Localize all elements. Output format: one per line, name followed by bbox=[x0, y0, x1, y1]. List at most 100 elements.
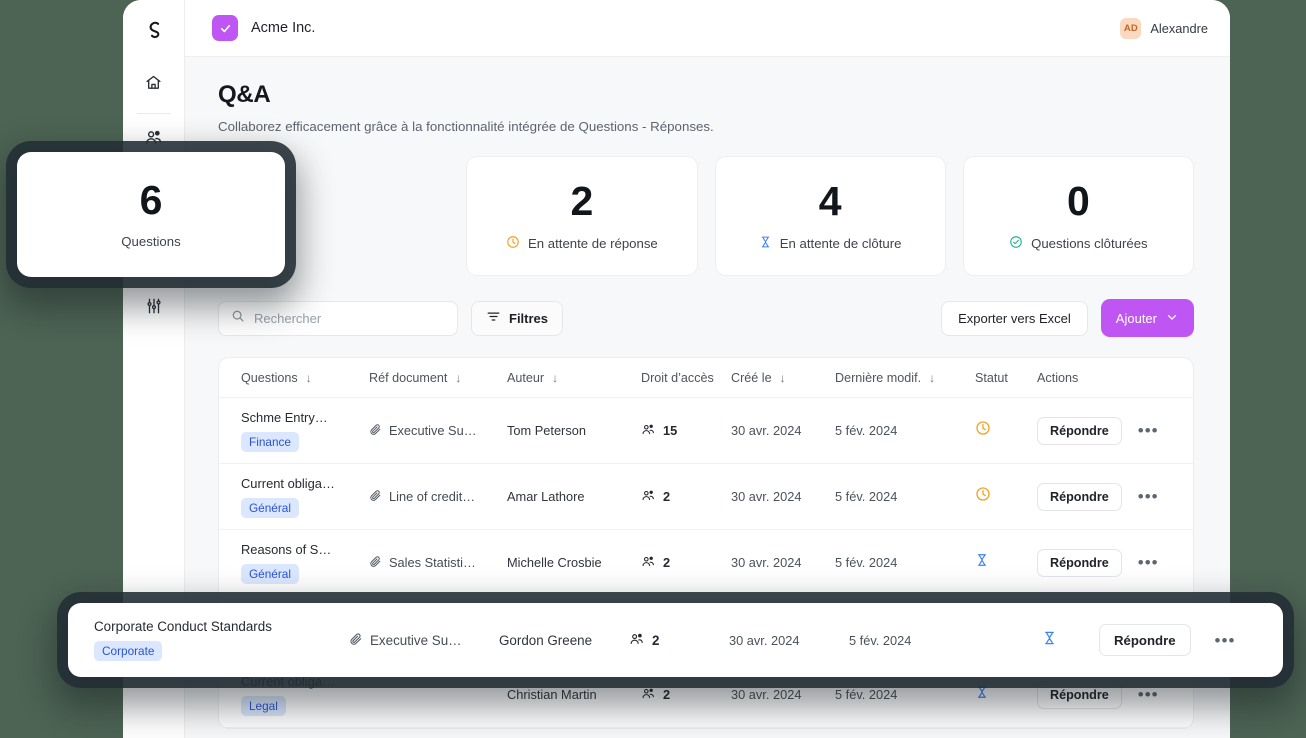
table-header-row: Questions ↓ Réf document ↓ Auteur ↓ Droi… bbox=[219, 358, 1193, 398]
cell-question: Reasons of S… Général bbox=[241, 542, 369, 584]
cell-ref-document[interactable]: Sales Statisti… bbox=[369, 555, 507, 571]
cell-ref-document[interactable]: Executive Su… bbox=[369, 423, 507, 439]
sidebar-item-home[interactable] bbox=[137, 68, 171, 102]
column-label: Droit d’accès bbox=[641, 370, 714, 385]
question-title: Current obliga… bbox=[241, 475, 335, 491]
screenshot-stage: Acme Inc. AD Alexandre Q&A Collaborez ef… bbox=[0, 0, 1306, 738]
cell-created: 30 avr. 2024 bbox=[731, 555, 802, 570]
answer-button[interactable]: Répondre bbox=[1037, 416, 1122, 445]
stat-label-text: En attente de clôture bbox=[779, 235, 902, 251]
more-options-icon[interactable]: ••• bbox=[1138, 554, 1159, 571]
more-options-icon[interactable]: ••• bbox=[1138, 488, 1159, 505]
column-header-status: Statut bbox=[975, 371, 1037, 385]
more-options-icon[interactable]: ••• bbox=[1138, 686, 1159, 703]
avatar: AD bbox=[1120, 17, 1142, 39]
sidebar-item-settings[interactable] bbox=[137, 291, 171, 325]
clock-icon bbox=[975, 421, 991, 440]
filters-label: Filtres bbox=[509, 310, 549, 326]
stat-card-awaiting-closure[interactable]: 4 En attente de clôture bbox=[714, 156, 946, 276]
cell-created: 30 avr. 2024 bbox=[729, 632, 800, 648]
answer-button[interactable]: Répondre bbox=[1037, 482, 1122, 511]
cell-author: Christian Martin bbox=[507, 687, 597, 702]
cell-question: Corporate Conduct Standards Corporate bbox=[94, 619, 349, 661]
column-header-questions[interactable]: Questions ↓ bbox=[241, 371, 369, 385]
search-input[interactable] bbox=[254, 310, 445, 326]
column-header-modified[interactable]: Dernière modif. ↓ bbox=[835, 371, 975, 385]
ref-label: Line of credit… bbox=[389, 489, 476, 504]
stat-value: 0 bbox=[1066, 177, 1090, 224]
question-title: Schme Entry… bbox=[241, 409, 328, 425]
answer-button[interactable]: Répondre bbox=[1037, 680, 1122, 709]
add-button[interactable]: Ajouter bbox=[1100, 299, 1194, 337]
question-tag: Finance bbox=[241, 431, 299, 452]
hourglass-icon bbox=[975, 686, 989, 704]
chevron-down-icon bbox=[1165, 310, 1179, 327]
ref-label: Executive Su… bbox=[370, 632, 462, 648]
stat-card-closed[interactable]: 0 Questions clôturées bbox=[962, 156, 1194, 276]
users-group-icon bbox=[629, 632, 645, 649]
user-menu[interactable]: AD Alexandre bbox=[1120, 17, 1208, 39]
table-row[interactable]: Current obliga… Général Line of credit… bbox=[219, 464, 1193, 530]
cell-author: Amar Lathore bbox=[507, 489, 585, 504]
cell-modified: 5 fév. 2024 bbox=[835, 555, 898, 570]
column-label: Questions bbox=[241, 370, 298, 385]
export-excel-button[interactable]: Exporter vers Excel bbox=[941, 300, 1088, 336]
sliders-icon bbox=[145, 297, 163, 320]
table-row[interactable]: Reasons of S… Général Sales Statisti… Mi… bbox=[219, 530, 1193, 596]
cell-access: 2 bbox=[641, 489, 731, 505]
highlighted-stat-card-questions[interactable]: 6 Questions bbox=[17, 152, 285, 277]
sort-arrow-icon[interactable]: ↓ bbox=[929, 371, 935, 385]
answer-button[interactable]: Répondre bbox=[1099, 624, 1191, 656]
cell-modified: 5 fév. 2024 bbox=[835, 687, 898, 702]
users-group-icon bbox=[641, 423, 656, 439]
search-box[interactable] bbox=[218, 300, 458, 336]
table-row[interactable]: Schme Entry… Finance Executive Su… Tom P… bbox=[219, 398, 1193, 464]
cell-actions: Répondre ••• bbox=[1099, 624, 1283, 656]
cell-actions: Répondre ••• bbox=[1037, 416, 1193, 445]
users-group-icon bbox=[641, 687, 656, 703]
stat-value: 6 bbox=[139, 177, 163, 223]
filters-button[interactable]: Filtres bbox=[471, 300, 564, 336]
ref-label: Executive Su… bbox=[389, 423, 477, 438]
column-header-author[interactable]: Auteur ↓ bbox=[507, 371, 641, 385]
cell-question: Current obliga… Général bbox=[241, 476, 369, 518]
sort-arrow-icon[interactable]: ↓ bbox=[455, 371, 461, 385]
hourglass-icon bbox=[975, 554, 989, 572]
clock-icon bbox=[506, 235, 520, 252]
answer-button[interactable]: Répondre bbox=[1037, 548, 1122, 577]
column-label: Créé le bbox=[731, 370, 772, 385]
brand-s-logo-icon[interactable] bbox=[139, 16, 169, 46]
sort-arrow-icon[interactable]: ↓ bbox=[552, 371, 558, 385]
home-icon bbox=[145, 74, 162, 96]
highlighted-table-row[interactable]: Corporate Conduct Standards Corporate Ex… bbox=[68, 603, 1283, 677]
cell-created: 30 avr. 2024 bbox=[731, 423, 802, 438]
column-header-ref-document[interactable]: Réf document ↓ bbox=[369, 371, 507, 385]
users-group-icon bbox=[641, 489, 656, 505]
cell-author: Michelle Crosbie bbox=[507, 555, 602, 570]
question-tag: Général bbox=[241, 497, 299, 518]
stat-label-text: Questions clôturées bbox=[1031, 235, 1148, 251]
cell-actions: Répondre ••• bbox=[1037, 680, 1193, 709]
org-switcher[interactable]: Acme Inc. bbox=[212, 15, 315, 41]
more-options-icon[interactable]: ••• bbox=[1138, 422, 1159, 439]
question-title: Reasons of S… bbox=[241, 541, 332, 557]
clock-icon bbox=[975, 487, 991, 506]
hourglass-icon bbox=[1042, 629, 1057, 652]
stat-label: En attente de clôture bbox=[759, 235, 902, 252]
cell-modified: 5 fév. 2024 bbox=[835, 423, 898, 438]
cell-access: 2 bbox=[641, 555, 731, 571]
sort-arrow-icon[interactable]: ↓ bbox=[780, 371, 786, 385]
more-options-icon[interactable]: ••• bbox=[1215, 632, 1236, 649]
sort-arrow-icon[interactable]: ↓ bbox=[306, 371, 312, 385]
column-label: Auteur bbox=[507, 370, 545, 385]
cell-status bbox=[999, 629, 1099, 652]
paperclip-icon bbox=[349, 632, 363, 649]
stat-label: En attente de réponse bbox=[506, 235, 658, 252]
stat-card-awaiting-answer[interactable]: 2 En attente de réponse bbox=[466, 156, 698, 276]
cell-ref-document[interactable]: Executive Su… bbox=[349, 632, 499, 649]
cell-modified: 5 fév. 2024 bbox=[835, 489, 898, 504]
cell-ref-document[interactable]: Line of credit… bbox=[369, 489, 507, 505]
topbar: Acme Inc. AD Alexandre bbox=[185, 0, 1230, 57]
column-header-created[interactable]: Créé le ↓ bbox=[731, 371, 835, 385]
ref-label: Sales Statisti… bbox=[389, 555, 476, 570]
